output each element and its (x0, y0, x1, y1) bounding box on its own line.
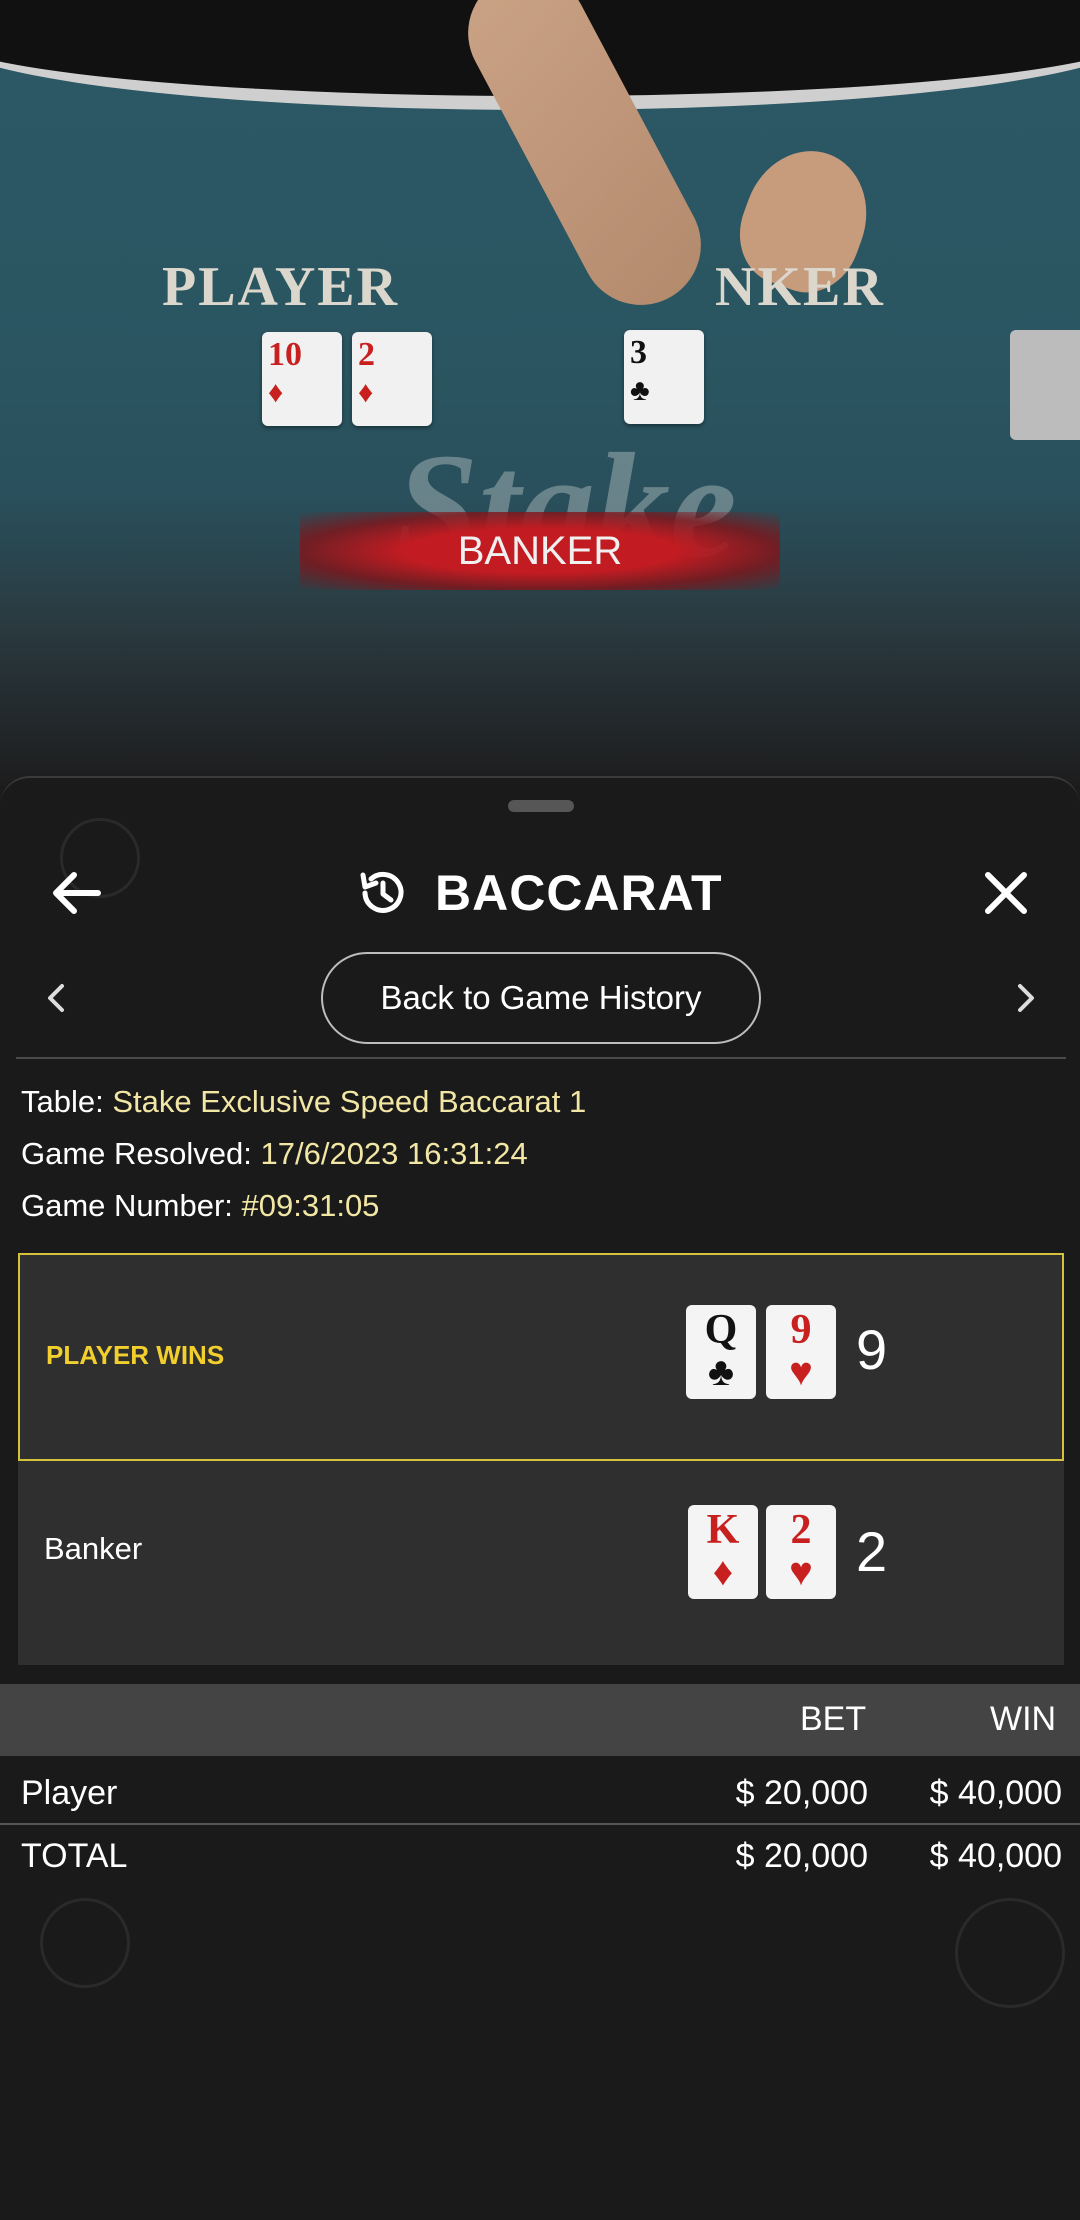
chevron-right-icon[interactable] (1000, 973, 1050, 1023)
banker-label: Banker (44, 1531, 143, 1566)
bets-table-header: BET WIN (0, 1684, 1080, 1756)
playing-card: Q ♣ (686, 1305, 756, 1399)
player-result-panel: PLAYER WINS Q ♣ 9 ♥ 9 (18, 1253, 1064, 1461)
game-number-value: #09:31:05 (241, 1188, 380, 1223)
bet-column-header: BET (800, 1700, 867, 1738)
playing-card: K ♦ (688, 1505, 758, 1599)
game-number-info: Game Number: #09:31:05 (21, 1188, 379, 1224)
divider (16, 1057, 1066, 1059)
felt-player-label: PLAYER (162, 256, 400, 318)
sheet-header: BACCARAT (0, 838, 1080, 948)
resolved-label: Game Resolved: (21, 1136, 261, 1171)
faint-chip (40, 1898, 130, 1988)
game-number-label: Game Number: (21, 1188, 242, 1223)
playing-card: 2 ♥ (766, 1505, 836, 1599)
resolved-value: 17/6/2023 16:31:24 (260, 1136, 528, 1171)
table-info: Table: Stake Exclusive Speed Baccarat 1 (21, 1084, 586, 1120)
faint-menu (955, 1898, 1065, 2008)
total-bet: $ 20,000 (735, 1837, 868, 1875)
sheet-title-group: BACCARAT (355, 848, 723, 938)
bet-row-label: Player (21, 1774, 118, 1812)
table-label: Table: (21, 1084, 113, 1119)
felt-card: 10 ♦ (262, 332, 342, 426)
back-to-history-button[interactable]: Back to Game History (321, 952, 761, 1044)
history-icon (360, 871, 404, 913)
felt-card: 3 ♣ (624, 330, 704, 424)
live-video: PLAYER NKER 10 ♦ 2 ♦ 3 ♣ Stake BANKER (0, 0, 1080, 800)
game-details-sheet: BACCARAT Back to Game History Table: Sta… (0, 776, 1080, 2220)
playing-card: 9 ♥ (766, 1305, 836, 1399)
total-label: TOTAL (21, 1837, 128, 1875)
felt-card: 2 ♦ (352, 332, 432, 426)
player-score: 9 (856, 1318, 888, 1381)
close-icon[interactable] (966, 853, 1046, 933)
win-column-header: WIN (990, 1700, 1057, 1738)
table-row: Player $ 20,000 $ 40,000 (0, 1762, 1080, 1826)
card-shoe (1010, 330, 1080, 440)
game-navigation: Back to Game History (0, 948, 1080, 1048)
sheet-drag-handle[interactable] (508, 800, 574, 812)
table-value: Stake Exclusive Speed Baccarat 1 (112, 1084, 587, 1119)
total-win: $ 40,000 (929, 1837, 1062, 1875)
chevron-left-icon[interactable] (32, 973, 82, 1023)
bet-row-win: $ 40,000 (929, 1774, 1062, 1812)
resolved-info: Game Resolved: 17/6/2023 16:31:24 (21, 1136, 528, 1172)
sheet-title: BACCARAT (435, 865, 723, 921)
banker-score: 2 (856, 1520, 888, 1583)
back-arrow-icon[interactable] (36, 853, 116, 933)
bet-row-amount: $ 20,000 (735, 1774, 868, 1812)
result-banner: BANKER (457, 529, 623, 573)
felt-banker-label: NKER (715, 256, 885, 318)
player-wins-label: PLAYER WINS (46, 1340, 225, 1370)
total-row: TOTAL $ 20,000 $ 40,000 (0, 1823, 1080, 1887)
banker-result-panel: Banker K ♦ 2 ♥ 2 (18, 1461, 1064, 1665)
